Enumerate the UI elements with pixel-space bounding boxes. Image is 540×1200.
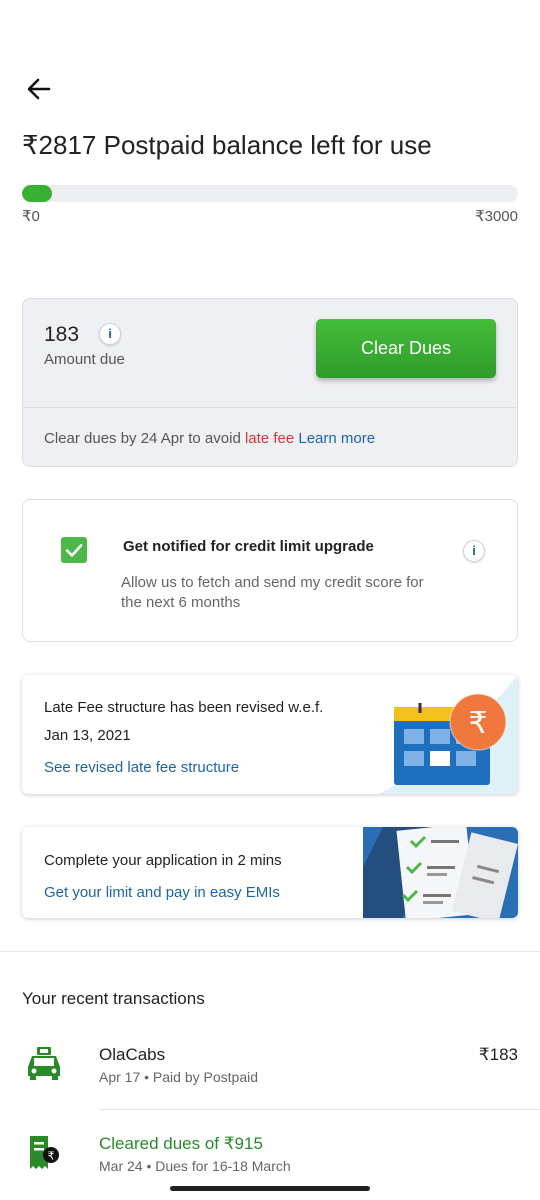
svg-text:₹: ₹ <box>48 1150 55 1163</box>
clear-dues-button[interactable]: Clear Dues <box>316 319 496 378</box>
balance-progress-bar <box>22 185 518 202</box>
easy-emi-link[interactable]: Get your limit and pay in easy EMIs <box>44 884 280 901</box>
checklist-illustration <box>363 827 518 918</box>
info-icon[interactable]: i <box>99 323 121 345</box>
late-fee-date: Jan 13, 2021 <box>44 727 131 744</box>
transaction-subtitle: Apr 17 • Paid by Postpaid <box>99 1069 258 1085</box>
rupee-glyph: ₹ <box>468 706 487 741</box>
section-divider <box>0 951 540 952</box>
page-title: ₹2817 Postpaid balance left for use <box>22 130 432 160</box>
recent-transactions-heading: Your recent transactions <box>22 989 205 1008</box>
revised-late-fee-link[interactable]: See revised late fee structure <box>44 759 239 776</box>
due-note-text: Clear dues by 24 Apr to avoid <box>44 430 245 447</box>
balance-progress-fill <box>22 185 53 202</box>
checkmark-icon <box>65 544 83 557</box>
home-indicator[interactable] <box>170 1186 370 1191</box>
transaction-name: OlaCabs <box>99 1045 166 1064</box>
learn-more-link[interactable]: Learn more <box>298 430 375 447</box>
notify-checkbox[interactable] <box>61 537 87 563</box>
back-arrow-icon[interactable] <box>22 72 56 106</box>
calendar-rupee-illustration: ₹ <box>378 675 518 794</box>
late-fee-line1: Late Fee structure has been revised w.e.… <box>44 699 324 716</box>
notify-title: Get notified for credit limit upgrade <box>123 538 374 555</box>
transaction-amount: ₹183 <box>478 1045 518 1064</box>
late-fee-text: late fee <box>244 430 295 447</box>
divider <box>99 1109 540 1110</box>
credit-upgrade-notify-card: Get notified for credit limit upgrade Al… <box>22 499 518 642</box>
late-fee-banner[interactable]: Late Fee structure has been revised w.e.… <box>22 675 518 794</box>
application-banner[interactable]: Complete your application in 2 mins Get … <box>22 827 518 918</box>
application-line1: Complete your application in 2 mins <box>44 852 282 869</box>
car-icon <box>28 1047 60 1080</box>
progress-max-label: ₹3000 <box>475 208 518 225</box>
amount-due-label: Amount due <box>44 351 125 368</box>
due-date-note: Clear dues by 24 Apr to avoid late fee L… <box>44 430 375 447</box>
info-icon[interactable]: i <box>463 540 485 562</box>
amount-due-value: 183 <box>44 323 80 346</box>
amount-due-card: 183 i Amount due Clear Dues Clear dues b… <box>22 298 518 467</box>
notify-description: Allow us to fetch and send my credit sco… <box>121 574 424 611</box>
progress-min-label: ₹0 <box>22 208 40 225</box>
receipt-rupee-icon: ₹ <box>30 1136 59 1169</box>
transaction-subtitle: Mar 24 • Dues for 16-18 March <box>99 1158 291 1174</box>
transaction-name: Cleared dues of ₹915 <box>99 1134 263 1153</box>
divider <box>23 407 517 408</box>
